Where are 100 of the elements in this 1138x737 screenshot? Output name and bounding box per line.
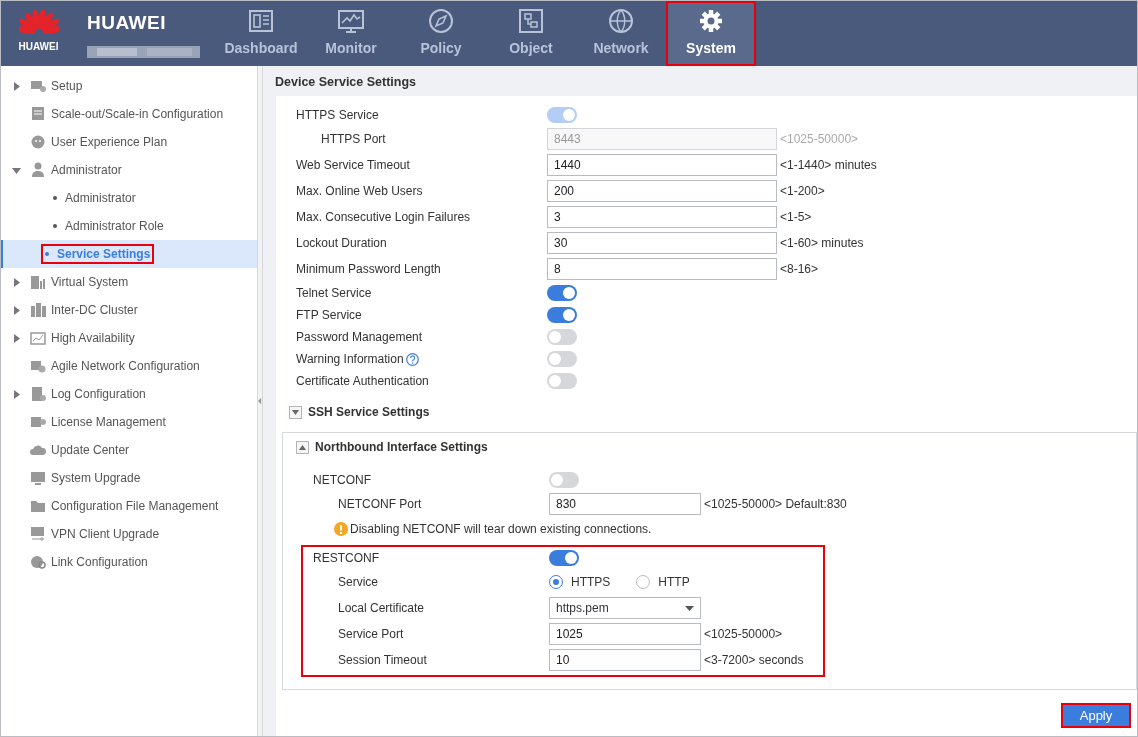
expand-button[interactable] [289,405,302,419]
nav-tab[interactable]: Network [576,1,666,66]
expand-arrow-icon[interactable] [12,82,21,92]
collapse-icon [299,444,306,450]
input-field[interactable]: 3 [547,206,777,228]
field-label: Password Management [296,329,423,346]
sidebar-item[interactable]: Link Configuration [51,553,148,571]
expand-arrow-icon[interactable] [12,278,21,288]
toggle-switch[interactable] [547,307,577,323]
range-hint: <1025-50000> [780,131,859,148]
sidebar-item[interactable]: Scale-out/Scale-in Configuration [51,105,224,123]
input-field[interactable]: 830 [549,493,701,515]
field-label: Minimum Password Length [296,261,441,278]
range-hint: <1025-50000> [704,626,783,643]
section-title: Northbound Interface Settings [315,439,488,456]
input-field[interactable]: 8 [547,258,777,280]
sidebar-item[interactable]: Inter-DC Cluster [51,301,138,319]
input-field[interactable]: 10 [549,649,701,671]
sidebar-subitem[interactable]: Administrator Role [49,216,168,236]
warning-icon [334,522,348,536]
nav-tab[interactable]: Policy [396,1,486,66]
expand-icon [292,409,299,415]
range-hint: <3-7200> seconds [704,652,804,669]
collapse-button[interactable] [296,440,309,454]
field-label: Session Timeout [338,652,427,669]
toggle-switch[interactable] [549,550,579,566]
toggle-switch[interactable] [549,472,579,488]
field-label: Certificate Authentication [296,373,429,390]
sidebar-item[interactable]: VPN Client Upgrade [51,525,160,543]
toggle-switch[interactable] [547,373,577,389]
field-label: Lockout Duration [296,235,387,252]
field-label: FTP Service [296,307,362,324]
sidebar-item[interactable]: High Availability [51,329,135,347]
person-icon [30,162,46,178]
sidebar-subitem[interactable]: Administrator [49,188,140,208]
input-field[interactable]: 200 [547,180,777,202]
bullet-icon [53,196,57,200]
folder-icon [30,498,46,514]
certificate-dropdown[interactable]: https.pem [549,597,701,619]
section-title: SSH Service Settings [308,404,430,421]
range-hint: <1025-50000> Default:830 [704,496,847,513]
expand-arrow-icon[interactable] [12,334,21,344]
field-label: Warning Information [296,351,404,368]
brand-name: HUAWEI [87,11,167,35]
field-label: RESTCONF [313,550,379,567]
field-label: NETCONF [313,472,371,489]
radio-option[interactable]: HTTP [636,573,690,591]
face-icon [30,134,46,150]
sidebar-item[interactable]: System Upgrade [51,469,141,487]
radio-option[interactable]: HTTPS [549,573,611,591]
settings-icon [698,9,724,33]
page-title: Device Service Settings [274,74,418,91]
sidebar-item[interactable]: Setup [51,77,83,95]
nav-tab[interactable]: Object [486,1,576,66]
bullet-icon [45,252,49,256]
chart-icon [30,330,46,346]
expand-arrow-icon[interactable] [12,306,21,316]
field-label: HTTPS Port [321,131,386,148]
input-field[interactable]: 30 [547,232,777,254]
sidebar-item[interactable]: User Experience Plan [51,133,168,151]
sidebar-item[interactable]: Log Configuration [51,385,146,403]
range-hint: <1-1440> minutes [780,157,877,174]
field-label: Max. Online Web Users [296,183,423,200]
warning-text: Disabling NETCONF will tear down existing connections. [350,521,652,538]
input-field[interactable]: 1025 [549,623,701,645]
range-hint: <8-16> [780,261,819,278]
range-hint: <1-200> [780,183,825,200]
sidebar-item[interactable]: Agile Network Configuration [51,357,200,375]
toggle-switch[interactable] [547,351,577,367]
server-icon [30,302,46,318]
nav-tab[interactable]: Monitor [306,1,396,66]
logo-text: HUAWEI [18,40,59,54]
field-label: Service Port [338,626,404,643]
collapse-arrow-icon[interactable] [12,166,21,176]
nav-tab[interactable]: Dashboard [216,1,306,66]
sidebar-item[interactable]: License Management [51,413,166,431]
field-label: Web Service Timeout [296,157,410,174]
object-icon [518,9,544,33]
sidebar-item[interactable]: Virtual System [51,273,129,291]
input-field[interactable]: 1440 [547,154,777,176]
document-icon [30,386,46,402]
nav-tab[interactable]: System [666,1,756,66]
sidebar-item[interactable]: Administrator [51,161,122,179]
range-hint: <1-60> minutes [780,235,864,252]
help-icon[interactable] [405,352,419,366]
sidebar-item[interactable]: Update Center [51,441,130,459]
building-icon [30,274,46,290]
range-hint: <1-5> [780,209,812,226]
toggle-switch[interactable] [547,285,577,301]
compass-icon [428,9,454,33]
expand-arrow-icon[interactable] [12,390,21,400]
field-label: Service [338,574,378,591]
caret-icon [685,605,694,611]
sidebar-item[interactable]: Configuration File Management [51,497,219,515]
logo-icon [18,9,59,37]
apply-button[interactable]: Apply [1061,703,1131,728]
field-label: Local Certificate [338,600,425,617]
document-icon [30,106,46,122]
toggle-switch[interactable] [547,329,577,345]
field-label: NETCONF Port [338,496,422,513]
